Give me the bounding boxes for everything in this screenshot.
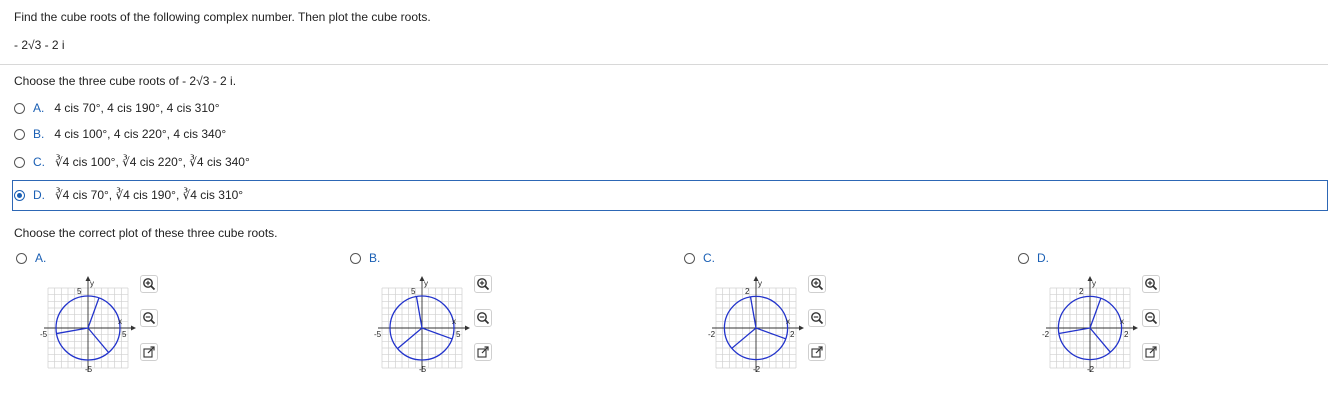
x-axis-label: x bbox=[786, 317, 790, 326]
choice-b[interactable]: B. 4 cis 100°, 4 cis 220°, 4 cis 340° bbox=[14, 124, 226, 144]
x-axis-label: x bbox=[118, 317, 122, 326]
choice-text: 4 cis 100°, 4 cis 220°, 4 cis 340° bbox=[54, 127, 227, 141]
choice-text: ∛4 cis 70°, ∛4 cis 190°, ∛4 cis 310° bbox=[55, 188, 244, 202]
y-axis-label: y bbox=[90, 279, 94, 288]
x-axis-arrow bbox=[1133, 325, 1138, 331]
x-axis-arrow bbox=[131, 325, 136, 331]
x-max-tick: 2 bbox=[790, 330, 795, 339]
y-max-tick: 5 bbox=[411, 287, 416, 296]
plot-choice-letter: D. bbox=[1037, 251, 1049, 265]
zoom-in-button[interactable] bbox=[808, 275, 826, 293]
y-axis-label: y bbox=[424, 279, 428, 288]
zoom-out-icon bbox=[1145, 312, 1158, 325]
radio-d[interactable] bbox=[14, 189, 25, 201]
popout-button[interactable] bbox=[1142, 343, 1160, 361]
popout-icon bbox=[811, 346, 823, 358]
root-ray bbox=[1089, 298, 1102, 329]
y-min-tick: -2 bbox=[753, 365, 761, 374]
zoom-out-button[interactable] bbox=[808, 309, 826, 327]
choice-a[interactable]: A. 4 cis 70°, 4 cis 190°, 4 cis 310° bbox=[14, 98, 220, 118]
complex-expression: - 2√3 - 2 i bbox=[14, 38, 65, 52]
x-min-tick: -5 bbox=[40, 330, 48, 339]
cube-root-plot: yx5-5-5 5 bbox=[40, 276, 136, 374]
plot-choice-c[interactable]: C. bbox=[684, 251, 725, 265]
choice-letter: D. bbox=[33, 188, 45, 202]
x-axis-arrow bbox=[799, 325, 804, 331]
y-max-tick: 5 bbox=[77, 287, 82, 296]
x-max-tick: 5 bbox=[122, 330, 127, 339]
root-ray bbox=[731, 327, 757, 349]
plot-radio[interactable] bbox=[350, 252, 361, 264]
zoom-in-icon bbox=[477, 278, 490, 291]
root-ray bbox=[87, 327, 110, 353]
popout-button[interactable] bbox=[808, 343, 826, 361]
x-min-tick: -2 bbox=[1042, 330, 1050, 339]
plot-choice-d[interactable]: D. bbox=[1018, 251, 1059, 265]
zoom-in-button[interactable] bbox=[1142, 275, 1160, 293]
choice-letter: B. bbox=[33, 127, 45, 141]
y-max-tick: 2 bbox=[745, 287, 750, 296]
x-min-tick: -5 bbox=[374, 330, 382, 339]
zoom-out-button[interactable] bbox=[474, 309, 492, 327]
choice-letter: A. bbox=[33, 101, 45, 115]
root-ray bbox=[755, 327, 786, 340]
plot-radio[interactable] bbox=[684, 252, 695, 264]
x-min-tick: -2 bbox=[708, 330, 716, 339]
popout-icon bbox=[143, 346, 155, 358]
x-max-tick: 2 bbox=[1124, 330, 1129, 339]
y-axis-label: y bbox=[758, 279, 762, 288]
zoom-out-icon bbox=[477, 312, 490, 325]
y-min-tick: -5 bbox=[419, 365, 427, 374]
popout-button[interactable] bbox=[474, 343, 492, 361]
y-min-tick: -5 bbox=[85, 365, 93, 374]
cube-root-plot: yx2-2-2 2 bbox=[1042, 276, 1138, 374]
choice-letter: C. bbox=[33, 155, 45, 169]
zoom-in-icon bbox=[143, 278, 156, 291]
radio-c[interactable] bbox=[14, 156, 25, 168]
popout-icon bbox=[1145, 346, 1157, 358]
radio-a[interactable] bbox=[14, 102, 25, 114]
choice-text: 4 cis 70°, 4 cis 190°, 4 cis 310° bbox=[54, 101, 220, 115]
x-max-tick: 5 bbox=[456, 330, 461, 339]
choice-c[interactable]: C. ∛4 cis 100°, ∛4 cis 220°, ∛4 cis 340° bbox=[14, 152, 250, 172]
zoom-in-icon bbox=[811, 278, 824, 291]
plot-choice-letter: C. bbox=[703, 251, 715, 265]
zoom-in-icon bbox=[1145, 278, 1158, 291]
divider bbox=[0, 64, 1328, 65]
root-ray bbox=[397, 327, 423, 350]
popout-button[interactable] bbox=[140, 343, 158, 361]
x-axis-arrow bbox=[465, 325, 470, 331]
part2-prompt: Choose the correct plot of these three c… bbox=[14, 226, 278, 240]
question-instruction: Find the cube roots of the following com… bbox=[14, 10, 431, 24]
root-ray bbox=[1089, 327, 1111, 353]
y-axis-label: y bbox=[1092, 279, 1096, 288]
plot-radio[interactable] bbox=[1018, 252, 1029, 264]
radio-b[interactable] bbox=[14, 128, 25, 140]
y-max-tick: 2 bbox=[1079, 287, 1084, 296]
root-ray bbox=[87, 297, 100, 329]
cube-root-plot: yx2-2-2 2 bbox=[708, 276, 804, 374]
zoom-in-button[interactable] bbox=[140, 275, 158, 293]
root-ray bbox=[421, 327, 453, 340]
choice-d[interactable]: D. ∛4 cis 70°, ∛4 cis 190°, ∛4 cis 310° bbox=[14, 185, 243, 205]
choice-text: ∛4 cis 100°, ∛4 cis 220°, ∛4 cis 340° bbox=[55, 155, 250, 169]
zoom-in-button[interactable] bbox=[474, 275, 492, 293]
zoom-out-button[interactable] bbox=[1142, 309, 1160, 327]
zoom-out-icon bbox=[143, 312, 156, 325]
x-axis-label: x bbox=[452, 317, 456, 326]
y-min-tick: -2 bbox=[1087, 365, 1095, 374]
plot-choice-b[interactable]: B. bbox=[350, 251, 390, 265]
zoom-out-icon bbox=[811, 312, 824, 325]
x-axis-label: x bbox=[1120, 317, 1124, 326]
part1-prompt: Choose the three cube roots of - 2√3 - 2… bbox=[14, 74, 237, 88]
zoom-out-button[interactable] bbox=[140, 309, 158, 327]
plot-radio[interactable] bbox=[16, 252, 27, 264]
cube-root-plot: yx5-5-5 5 bbox=[374, 276, 470, 374]
plot-choice-letter: A. bbox=[35, 251, 47, 265]
plot-choice-letter: B. bbox=[369, 251, 381, 265]
plot-choice-a[interactable]: A. bbox=[16, 251, 56, 265]
popout-icon bbox=[477, 346, 489, 358]
